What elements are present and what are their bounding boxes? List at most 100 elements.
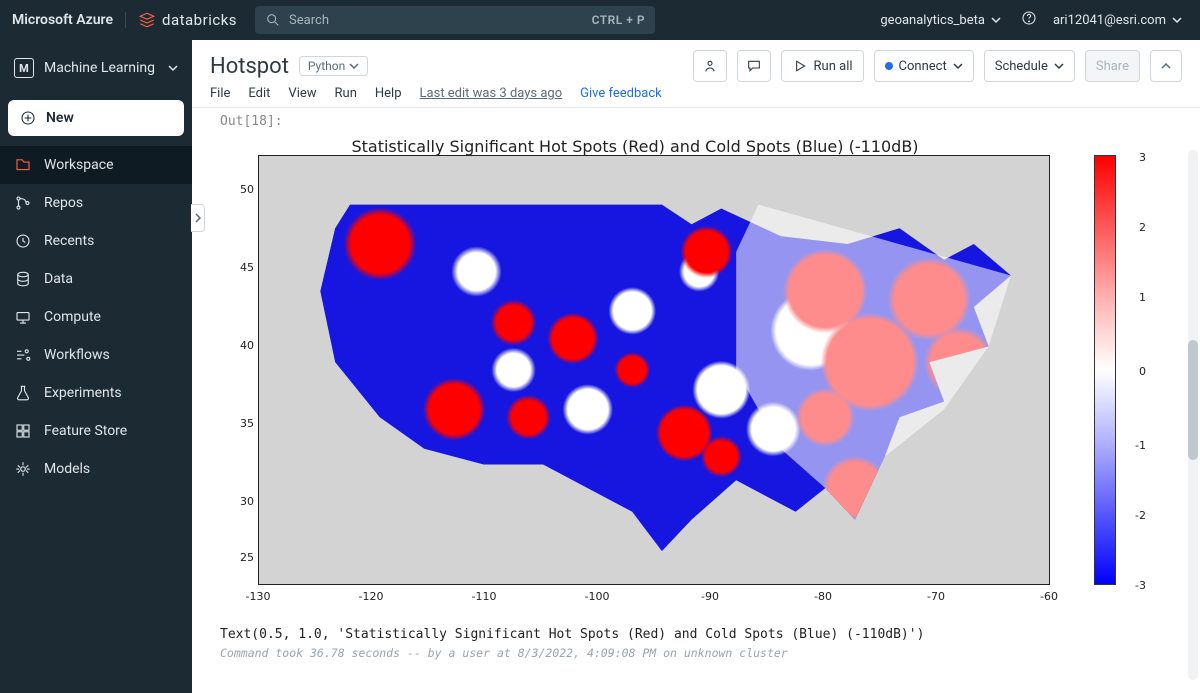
brand-microsoft-azure: Microsoft Azure — [12, 12, 126, 28]
plot-title: Statistically Significant Hot Spots (Red… — [220, 137, 1050, 156]
run-all-button[interactable]: Run all — [781, 50, 864, 82]
chevron-down-icon — [1172, 15, 1182, 25]
y-tick: 40 — [232, 339, 254, 352]
menu-help[interactable]: Help — [375, 86, 402, 101]
data-icon — [14, 270, 32, 288]
x-tick: -120 — [359, 590, 384, 603]
workflows-icon — [14, 346, 32, 364]
sidebar-item-label: Feature Store — [44, 423, 127, 439]
repos-icon — [14, 194, 32, 212]
experiments-icon — [14, 384, 32, 402]
search-shortcut: CTRL + P — [592, 13, 645, 27]
notebook-title[interactable]: Hotspot — [210, 54, 289, 79]
x-tick: -90 — [701, 590, 719, 603]
notebook-body: Out[18]: Statistically Significant Hot S… — [192, 108, 1200, 693]
x-tick: -110 — [472, 590, 497, 603]
models-icon — [14, 460, 32, 478]
sidebar-item-feature-store[interactable]: Feature Store — [0, 412, 192, 450]
sidebar-item-workflows[interactable]: Workflows — [0, 336, 192, 374]
language-picker[interactable]: Python — [299, 56, 368, 76]
permissions-button[interactable] — [693, 50, 727, 82]
search-icon — [265, 12, 281, 28]
colorbar-tick: 2 — [1139, 221, 1146, 234]
comments-button[interactable] — [737, 50, 771, 82]
x-tick: -80 — [814, 590, 832, 603]
comment-icon — [746, 58, 762, 74]
share-label: Share — [1096, 59, 1129, 74]
colorbar — [1094, 155, 1116, 585]
sidebar-item-repos[interactable]: Repos — [0, 184, 192, 222]
command-metadata: Command took 36.78 seconds -- by a user … — [220, 646, 1186, 660]
user-menu[interactable]: ari12041@esri.com — [1047, 13, 1188, 28]
sidebar-item-label: Experiments — [44, 385, 122, 401]
y-tick: 25 — [232, 551, 254, 564]
sidebar-item-experiments[interactable]: Experiments — [0, 374, 192, 412]
sidebar-item-label: Workspace — [44, 157, 114, 173]
x-tick: -130 — [246, 590, 271, 603]
colorbar-tick: 1 — [1139, 291, 1146, 304]
plot-output: Statistically Significant Hot Spots (Red… — [220, 133, 1150, 623]
output-label: Out[18]: — [220, 108, 1186, 131]
search-input[interactable]: Search CTRL + P — [255, 6, 655, 34]
status-dot-icon — [885, 62, 893, 70]
topbar: Microsoft Azure databricks Search CTRL +… — [0, 0, 1200, 40]
menu-edit[interactable]: Edit — [248, 86, 270, 101]
y-tick: 30 — [232, 495, 254, 508]
connect-label: Connect — [899, 59, 947, 74]
x-tick: -70 — [927, 590, 945, 603]
persona-switcher[interactable]: M Machine Learning — [0, 46, 192, 90]
menu-file[interactable]: File — [210, 86, 230, 101]
run-all-label: Run all — [814, 59, 853, 74]
schedule-label: Schedule — [995, 59, 1048, 74]
brand-databricks[interactable]: databricks — [126, 11, 237, 29]
sidebar-item-recents[interactable]: Recents — [0, 222, 192, 260]
help-icon — [1021, 10, 1037, 26]
connect-button[interactable]: Connect — [874, 50, 974, 82]
sidebar-item-models[interactable]: Models — [0, 450, 192, 488]
person-icon — [702, 58, 718, 74]
chevron-up-icon — [1161, 61, 1171, 71]
sidebar-item-workspace[interactable]: Workspace — [0, 146, 192, 184]
sidebar-item-data[interactable]: Data — [0, 260, 192, 298]
feedback-link[interactable]: Give feedback — [580, 86, 662, 101]
chevron-down-icon — [991, 15, 1001, 25]
workspace-icon — [14, 156, 32, 174]
new-button[interactable]: New — [8, 100, 184, 136]
sidebar: M Machine Learning New Workspace Repos R… — [0, 40, 192, 693]
brand-databricks-label: databricks — [162, 11, 237, 29]
last-edit-link[interactable]: Last edit was 3 days ago — [420, 86, 563, 101]
databricks-icon — [138, 11, 156, 29]
colorbar-tick: 3 — [1139, 151, 1146, 164]
sidebar-item-label: Models — [44, 461, 90, 477]
x-tick: -100 — [585, 590, 610, 603]
chevron-down-icon — [1054, 61, 1064, 71]
menu-view[interactable]: View — [288, 86, 316, 101]
schedule-button[interactable]: Schedule — [984, 50, 1075, 82]
scrollbar-thumb[interactable] — [1188, 340, 1198, 460]
menu-run[interactable]: Run — [335, 86, 357, 101]
collapse-header-button[interactable] — [1150, 50, 1182, 82]
colorbar-tick: -2 — [1135, 509, 1146, 522]
chevron-down-icon — [349, 61, 359, 71]
chevron-down-icon — [953, 61, 963, 71]
user-email: ari12041@esri.com — [1053, 13, 1166, 28]
play-icon — [792, 58, 808, 74]
colorbar-tick: -3 — [1135, 579, 1146, 592]
sidebar-item-compute[interactable]: Compute — [0, 298, 192, 336]
workspace-name: geoanalytics_beta — [880, 13, 985, 28]
persona-label: Machine Learning — [44, 60, 158, 76]
workspace-picker[interactable]: geoanalytics_beta — [870, 13, 1011, 28]
plus-circle-icon — [20, 110, 36, 126]
new-button-label: New — [46, 110, 74, 126]
feature-store-icon — [14, 422, 32, 440]
colorbar-tick: 0 — [1139, 365, 1146, 378]
help-button[interactable] — [1011, 10, 1047, 30]
persona-icon: M — [14, 58, 34, 78]
scrollbar[interactable] — [1188, 150, 1198, 680]
y-tick: 45 — [232, 261, 254, 274]
colorbar-tick: -1 — [1135, 439, 1146, 452]
share-button: Share — [1085, 50, 1140, 82]
sidebar-item-label: Repos — [44, 195, 83, 211]
y-tick: 50 — [232, 183, 254, 196]
recents-icon — [14, 232, 32, 250]
